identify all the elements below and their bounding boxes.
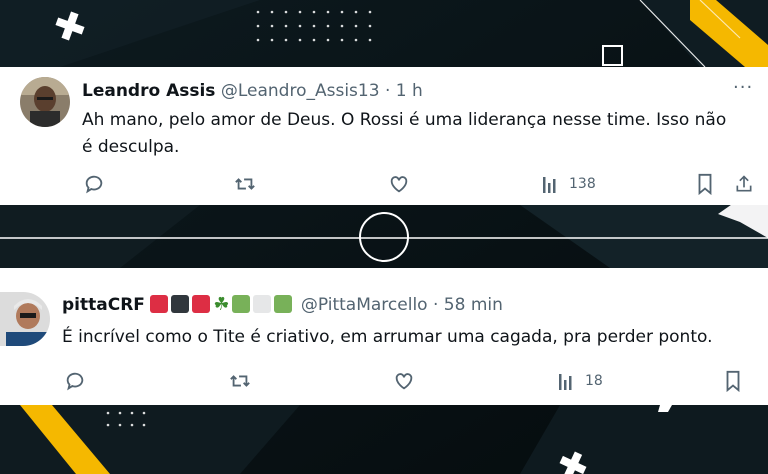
tweet-actions: 138 [0,173,768,201]
heart-icon [395,373,413,390]
reply-button[interactable] [83,173,105,195]
reply-icon [66,372,84,391]
author-handle[interactable]: @Leandro_Assis13 [221,81,380,101]
separator: · [384,81,391,101]
bookmark-button[interactable] [723,370,743,392]
like-button[interactable] [388,173,410,195]
like-button[interactable] [393,370,415,392]
bookmark-icon [698,173,712,195]
share-button[interactable] [734,173,754,195]
tweet-text: Ah mano, pelo amor de Deus. O Rossi é um… [82,110,727,157]
reply-button[interactable] [64,370,86,392]
tweet-card[interactable]: Leandro Assis @Leandro_Assis13 · 1 h ···… [0,67,768,205]
author-name[interactable]: Leandro Assis [82,81,215,101]
tweet-text: É incrível como o Tite é criativo, em ar… [62,327,713,347]
green-square-emoji [274,295,293,313]
retweet-icon [235,178,255,190]
author-name[interactable]: pittaCRF [62,295,145,315]
green-square-emoji [232,295,251,313]
bookmark-button[interactable] [695,173,715,195]
avatar[interactable] [0,292,50,346]
retweet-icon [230,375,250,387]
bar-chart-icon [543,177,556,193]
timestamp[interactable]: 1 h [396,81,423,101]
tweet-actions: 18 [0,370,768,398]
avatar[interactable] [20,77,70,127]
views-button[interactable]: 138 [541,173,596,195]
black-square-emoji [171,295,190,313]
retweet-button[interactable] [228,370,252,392]
name-emojis: ☘ [150,294,301,315]
bookmark-icon [726,370,740,392]
reply-icon [85,175,103,194]
more-options-icon[interactable]: ··· [733,77,753,98]
separator: · [432,295,439,315]
views-count: 138 [569,176,596,192]
author-handle[interactable]: @PittaMarcello [301,295,428,315]
red-square-emoji [192,295,211,313]
tweet-card[interactable]: pittaCRF ☘ @PittaMarcello · 58 min É inc… [0,268,768,405]
timestamp[interactable]: 58 min [444,295,503,315]
bar-chart-icon [559,374,572,390]
heart-icon [390,176,408,193]
shamrock-emoji: ☘ [213,294,230,315]
white-square-emoji [253,295,272,313]
views-count: 18 [585,373,603,389]
views-button[interactable]: 18 [557,370,603,392]
share-icon [736,175,752,192]
retweet-button[interactable] [233,173,257,195]
red-square-emoji [150,295,169,313]
